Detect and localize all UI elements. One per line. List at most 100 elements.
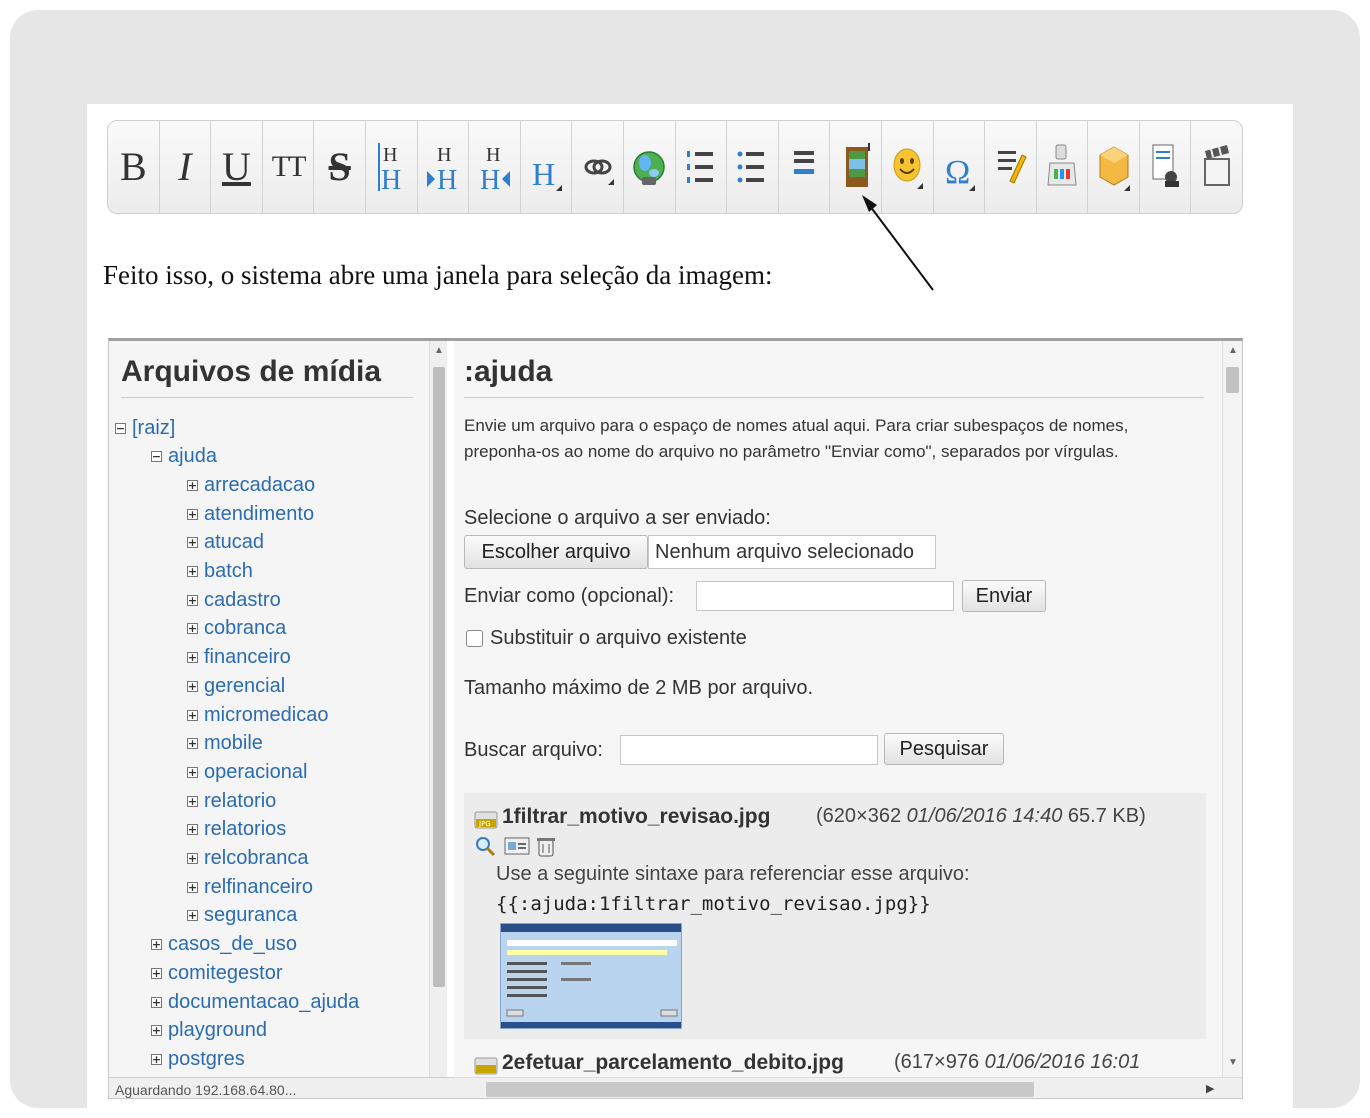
tree-item-label[interactable]: casos_de_uso: [168, 933, 297, 956]
heading-same-level-button[interactable]: H H: [366, 121, 418, 213]
tree-item[interactable]: + relatorios: [187, 817, 286, 843]
expand-icon[interactable]: +: [187, 824, 198, 836]
tree-item-label[interactable]: relatorios: [204, 818, 286, 841]
expand-icon[interactable]: +: [187, 680, 198, 692]
expand-icon[interactable]: +: [187, 623, 198, 635]
send-button[interactable]: Enviar: [962, 580, 1046, 612]
tree-item[interactable]: + cadastro: [187, 587, 281, 613]
bold-button[interactable]: B: [108, 121, 160, 213]
tree-item-label[interactable]: micromedicao: [204, 704, 328, 727]
tree-item-label[interactable]: documentacao_ajuda: [168, 991, 359, 1014]
tree-item-label[interactable]: arrecadacao: [204, 474, 315, 497]
insert-icon[interactable]: [504, 837, 530, 855]
expand-icon[interactable]: +: [151, 967, 162, 979]
heading-higher-button[interactable]: H H: [469, 121, 521, 213]
tree-item[interactable]: + micromedicao: [187, 702, 328, 728]
italic-button[interactable]: I: [160, 121, 212, 213]
tree-item[interactable]: + atucad: [187, 530, 264, 556]
right-pane-scrollbar[interactable]: ▲ ▼: [1222, 341, 1242, 1077]
preview-button[interactable]: [1140, 121, 1192, 213]
search-button[interactable]: Pesquisar: [884, 733, 1004, 765]
headings-menu-button[interactable]: H: [521, 121, 573, 213]
tree-item[interactable]: + postgres: [151, 1046, 245, 1072]
tree-item-label[interactable]: cadastro: [204, 589, 281, 612]
expand-icon[interactable]: +: [151, 1025, 162, 1037]
tree-item[interactable]: − ajuda: [151, 444, 217, 470]
expand-icon[interactable]: +: [187, 910, 198, 922]
tree-item[interactable]: + gerencial: [187, 673, 285, 699]
tree-item-label[interactable]: operacional: [204, 761, 307, 784]
tree-item[interactable]: − [raiz]: [115, 415, 175, 441]
tree-item-label[interactable]: postgres: [168, 1048, 245, 1071]
box-button[interactable]: [1088, 121, 1140, 213]
collapse-icon[interactable]: −: [151, 451, 162, 463]
expand-icon[interactable]: +: [151, 939, 162, 951]
tree-item[interactable]: + seguranca: [187, 903, 297, 929]
signature-button[interactable]: [985, 121, 1037, 213]
tree-item-label[interactable]: relfinanceiro: [204, 876, 313, 899]
tree-item[interactable]: + casos_de_uso: [151, 932, 297, 958]
expand-icon[interactable]: +: [187, 795, 198, 807]
tree-item[interactable]: + operacional: [187, 759, 307, 785]
expand-icon[interactable]: +: [151, 1053, 162, 1065]
tree-item-label[interactable]: seguranca: [204, 904, 297, 927]
tree-item-label[interactable]: relatorio: [204, 790, 276, 813]
expand-icon[interactable]: +: [187, 738, 198, 750]
tree-item-label[interactable]: cobranca: [204, 617, 286, 640]
smileys-button[interactable]: [882, 121, 934, 213]
tree-item[interactable]: + atendimento: [187, 501, 314, 527]
tree-item-label[interactable]: financeiro: [204, 646, 291, 669]
choose-file-button[interactable]: Escolher arquivo: [464, 535, 648, 569]
scroll-up-icon[interactable]: ▲: [1228, 345, 1238, 356]
link-button[interactable]: [572, 121, 624, 213]
tree-item[interactable]: + mobile: [187, 731, 263, 757]
tree-item[interactable]: + playground: [151, 1018, 267, 1044]
tree-item-label[interactable]: comitegestor: [168, 962, 283, 985]
expand-icon[interactable]: +: [187, 853, 198, 864]
expand-icon[interactable]: +: [187, 508, 198, 520]
scroll-down-icon[interactable]: ▼: [1228, 1057, 1238, 1068]
expand-icon[interactable]: +: [187, 881, 198, 893]
underline-button[interactable]: U: [211, 121, 263, 213]
expand-icon[interactable]: +: [187, 652, 198, 664]
add-image-button[interactable]: [830, 121, 882, 213]
delete-icon[interactable]: [534, 835, 558, 857]
tree-item-label[interactable]: mobile: [204, 732, 263, 755]
magnifier-icon[interactable]: [474, 835, 498, 857]
left-pane-scrollbar[interactable]: ▲: [429, 341, 447, 1077]
tree-item[interactable]: + relcobranca: [187, 846, 309, 872]
tree-item-label[interactable]: batch: [204, 560, 253, 583]
file-name-link[interactable]: 1filtrar_motivo_revisao.jpg: [502, 805, 770, 829]
monospace-button[interactable]: TT: [263, 121, 315, 213]
expand-icon[interactable]: +: [151, 996, 162, 1008]
unordered-list-button[interactable]: [727, 121, 779, 213]
tree-item[interactable]: + relfinanceiro: [187, 874, 313, 900]
tree-item[interactable]: + arrecadacao: [187, 472, 315, 498]
search-input[interactable]: [620, 735, 878, 765]
tree-item-label[interactable]: atucad: [204, 531, 264, 554]
expand-icon[interactable]: +: [187, 566, 198, 577]
external-link-button[interactable]: [624, 121, 676, 213]
tree-item[interactable]: + batch: [187, 559, 253, 585]
file-thumbnail[interactable]: [500, 923, 682, 1029]
strikethrough-button[interactable]: S: [314, 121, 366, 213]
wrap-button[interactable]: [1037, 121, 1089, 213]
expand-icon[interactable]: +: [187, 766, 198, 778]
scrollbar-thumb[interactable]: [433, 367, 445, 987]
tree-item-label[interactable]: ajuda: [168, 445, 217, 468]
tree-item[interactable]: + comitegestor: [151, 960, 283, 986]
scrollbar-thumb[interactable]: [486, 1082, 1034, 1097]
tree-item-label[interactable]: atendimento: [204, 503, 314, 526]
overwrite-checkbox[interactable]: [466, 630, 483, 647]
scroll-up-icon[interactable]: ▲: [434, 345, 444, 356]
tree-item-label[interactable]: playground: [168, 1019, 267, 1042]
heading-lower-button[interactable]: H H: [418, 121, 470, 213]
tree-item[interactable]: + financeiro: [187, 645, 291, 671]
special-chars-button[interactable]: Ω: [934, 121, 986, 213]
video-button[interactable]: [1191, 121, 1242, 213]
expand-icon[interactable]: +: [187, 479, 198, 491]
tree-item-label[interactable]: gerencial: [204, 675, 285, 698]
scroll-right-icon[interactable]: ▶: [1206, 1082, 1214, 1095]
file-name-link[interactable]: 2efetuar_parcelamento_debito.jpg: [502, 1051, 844, 1075]
tree-item[interactable]: + relatorio: [187, 788, 276, 814]
